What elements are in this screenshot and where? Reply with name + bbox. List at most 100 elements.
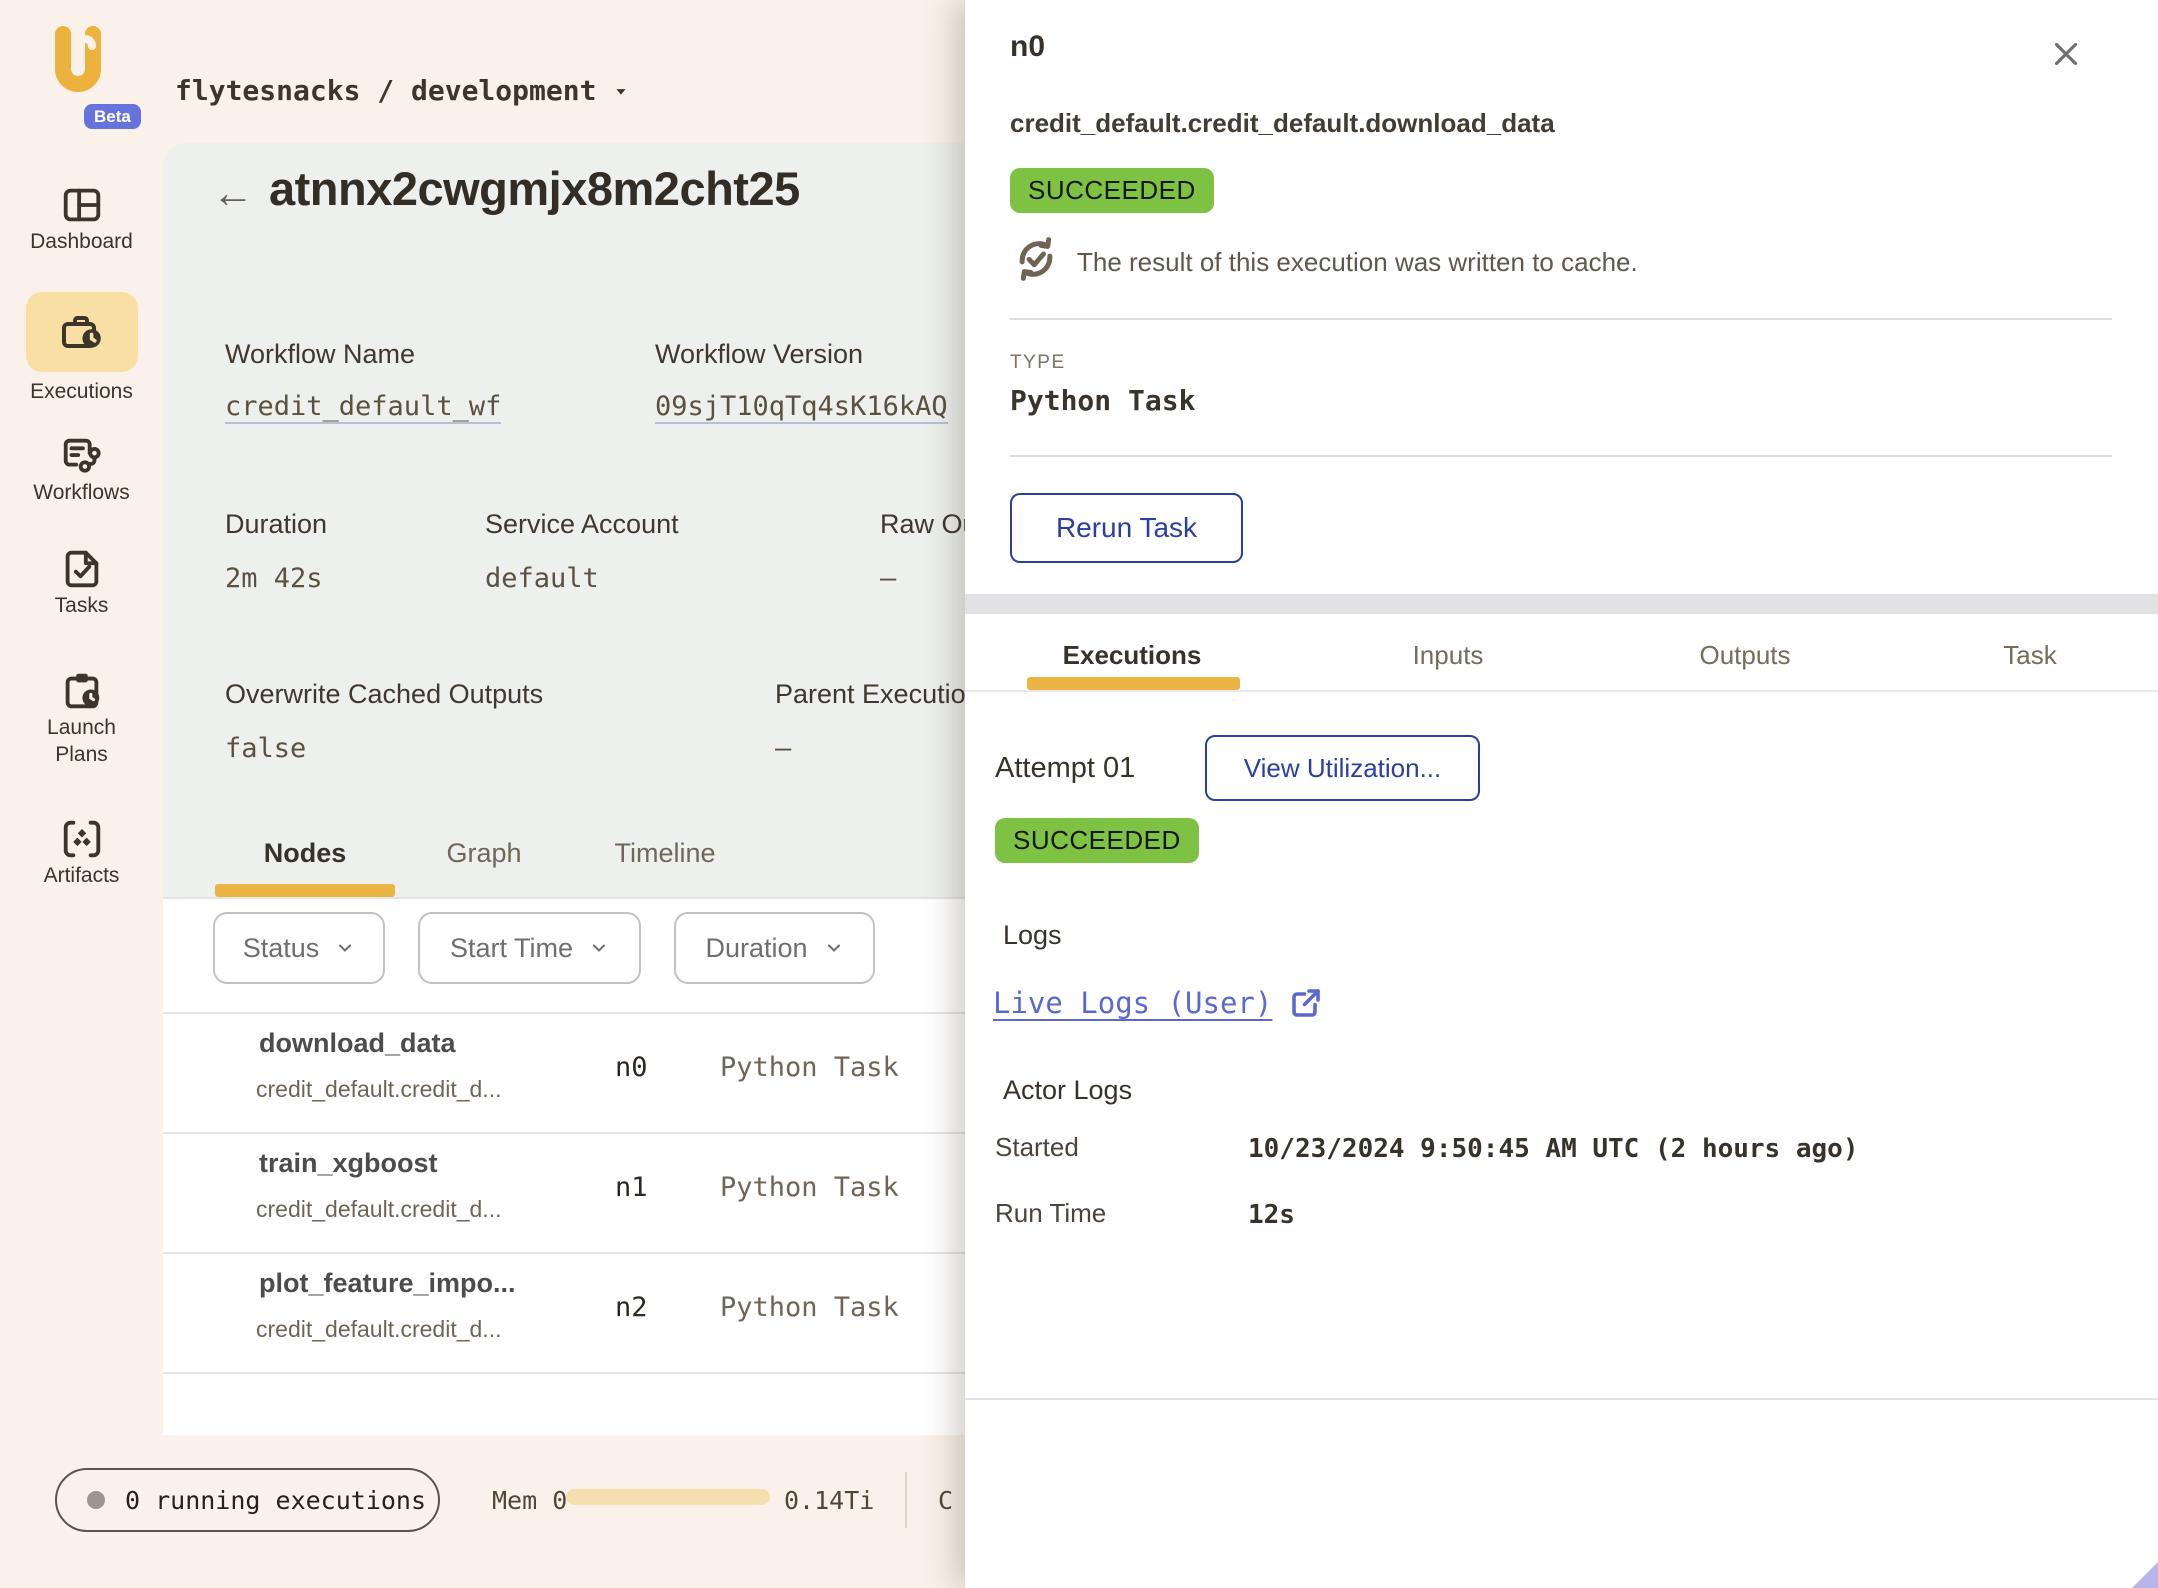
- node-id: n2: [615, 1292, 648, 1323]
- sidebar-item-dashboard[interactable]: Dashboard: [0, 182, 163, 255]
- status-badge: SUCCEEDED: [1010, 168, 1214, 213]
- sidebar-item-artifacts[interactable]: Artifacts: [0, 816, 163, 889]
- active-item-highlight: [26, 292, 138, 372]
- filter-label: Duration: [705, 933, 807, 964]
- actor-logs-heading: Actor Logs: [1003, 1075, 1132, 1106]
- chevron-down-icon: [335, 938, 355, 958]
- node-type: Python Task: [720, 1052, 899, 1083]
- node-type: Python Task: [720, 1292, 899, 1323]
- started-label: Started: [995, 1132, 1079, 1163]
- sidebar-item-workflows[interactable]: Workflows: [0, 433, 163, 506]
- meta-value-raw-output: –: [880, 563, 896, 594]
- live-logs-link[interactable]: Live Logs (User): [993, 985, 1324, 1021]
- view-utilization-button[interactable]: View Utilization...: [1205, 735, 1480, 801]
- close-icon[interactable]: [2047, 35, 2085, 73]
- meta-label-service-account: Service Account: [485, 509, 679, 540]
- divider: [965, 1398, 2158, 1400]
- live-logs-label: Live Logs (User): [993, 986, 1272, 1020]
- chevron-down-icon: [824, 938, 844, 958]
- artifacts-icon: [0, 816, 163, 862]
- node-detail-panel: n0 credit_default.credit_default.downloa…: [965, 0, 2158, 1588]
- attempt-title: Attempt 01: [995, 752, 1135, 785]
- sidebar-item-executions[interactable]: Executions: [0, 292, 163, 405]
- sidebar-item-label: Artifacts: [0, 862, 163, 889]
- app-root: Beta flytesnacks / development Dashboard: [0, 0, 2158, 1588]
- sidebar-item-label: Dashboard: [0, 228, 163, 255]
- cpu-label-clipped: C: [938, 1486, 953, 1515]
- meta-label-parent-execution: Parent Execution: [775, 679, 981, 710]
- status-dot: [87, 1491, 105, 1509]
- mem-max-label: 0.14Ti: [784, 1486, 874, 1515]
- launch-plans-icon: [0, 668, 163, 714]
- type-value: Python Task: [1010, 384, 1195, 417]
- sidebar-item-label: Executions: [0, 378, 163, 405]
- filter-status[interactable]: Status: [213, 912, 385, 984]
- panel-task-name: credit_default.credit_default.download_d…: [1010, 108, 1555, 139]
- sidebar-item-tasks[interactable]: Tasks: [0, 546, 163, 619]
- running-executions-button[interactable]: 0 running executions: [55, 1468, 440, 1532]
- active-tab-underline: [215, 884, 395, 897]
- meta-value-duration: 2m 42s: [225, 563, 323, 594]
- filter-label: Status: [243, 933, 320, 964]
- sidebar-item-label: Tasks: [0, 592, 163, 619]
- node-task: credit_default.credit_d...: [256, 1196, 501, 1223]
- page-title: atnnx2cwgmjx8m2cht25: [269, 161, 800, 216]
- node-name: download_data: [259, 1028, 456, 1059]
- running-executions-label: 0 running executions: [125, 1486, 426, 1515]
- runtime-label: Run Time: [995, 1198, 1106, 1229]
- filter-start-time[interactable]: Start Time: [418, 912, 641, 984]
- workflows-icon: [0, 433, 163, 479]
- breadcrumb-label: flytesnacks / development: [175, 74, 596, 107]
- rerun-task-button[interactable]: Rerun Task: [1010, 493, 1243, 563]
- divider: [965, 690, 2158, 692]
- started-value: 10/23/2024 9:50:45 AM UTC (2 hours ago): [1248, 1134, 1858, 1164]
- panel-tab-task[interactable]: Task: [2003, 640, 2056, 671]
- section-separator: [965, 594, 2158, 614]
- type-label: TYPE: [1010, 352, 1066, 374]
- panel-tab-inputs[interactable]: Inputs: [1413, 640, 1484, 671]
- meta-label-workflow-version: Workflow Version: [655, 339, 863, 370]
- cache-message: The result of this execution was written…: [1077, 247, 1638, 278]
- back-button[interactable]: ←: [212, 172, 254, 214]
- sidebar-item-label: Workflows: [0, 479, 163, 506]
- tab-timeline[interactable]: Timeline: [614, 838, 715, 869]
- node-name: train_xgboost: [259, 1148, 438, 1179]
- tab-graph[interactable]: Graph: [446, 838, 521, 869]
- meta-value-workflow-name[interactable]: credit_default_wf: [225, 391, 501, 424]
- sidebar-item-label: Launch Plans: [22, 714, 142, 768]
- node-task: credit_default.credit_d...: [256, 1316, 501, 1343]
- external-link-icon: [1288, 985, 1324, 1021]
- node-id: n1: [615, 1172, 648, 1203]
- meta-value-parent-execution: –: [775, 733, 791, 764]
- chevron-down-icon: [610, 80, 632, 102]
- meta-value-workflow-version[interactable]: 09sjT10qTq4sK16kAQ: [655, 391, 948, 424]
- node-task: credit_default.credit_d...: [256, 1076, 501, 1103]
- executions-icon: [58, 308, 106, 356]
- project-breadcrumb[interactable]: flytesnacks / development: [175, 74, 632, 107]
- chevron-down-icon: [589, 938, 609, 958]
- panel-tab-outputs[interactable]: Outputs: [1699, 640, 1790, 671]
- chat-widget-corner: [2132, 1562, 2158, 1588]
- runtime-value: 12s: [1248, 1200, 1295, 1230]
- active-tab-underline: [1027, 677, 1240, 690]
- mem-label: Mem 0: [492, 1486, 567, 1515]
- node-id: n0: [615, 1052, 648, 1083]
- meta-label-workflow-name: Workflow Name: [225, 339, 415, 370]
- tab-nodes[interactable]: Nodes: [264, 838, 347, 869]
- mem-usage-bar: [566, 1489, 770, 1505]
- dashboard-icon: [0, 182, 163, 228]
- panel-tab-executions[interactable]: Executions: [1063, 640, 1202, 671]
- meta-value-overwrite-cached: false: [225, 733, 306, 764]
- meta-label-duration: Duration: [225, 509, 327, 540]
- meta-label-overwrite-cached: Overwrite Cached Outputs: [225, 679, 543, 710]
- beta-badge: Beta: [84, 104, 141, 129]
- union-logo: [46, 24, 110, 104]
- filter-duration[interactable]: Duration: [674, 912, 875, 984]
- divider: [1010, 318, 2112, 320]
- node-type: Python Task: [720, 1172, 899, 1203]
- sidebar-item-launch-plans[interactable]: Launch Plans: [0, 668, 163, 768]
- logs-heading: Logs: [1003, 920, 1062, 951]
- meta-value-service-account: default: [485, 563, 599, 594]
- filter-label: Start Time: [450, 933, 573, 964]
- cache-icon: [1013, 236, 1059, 282]
